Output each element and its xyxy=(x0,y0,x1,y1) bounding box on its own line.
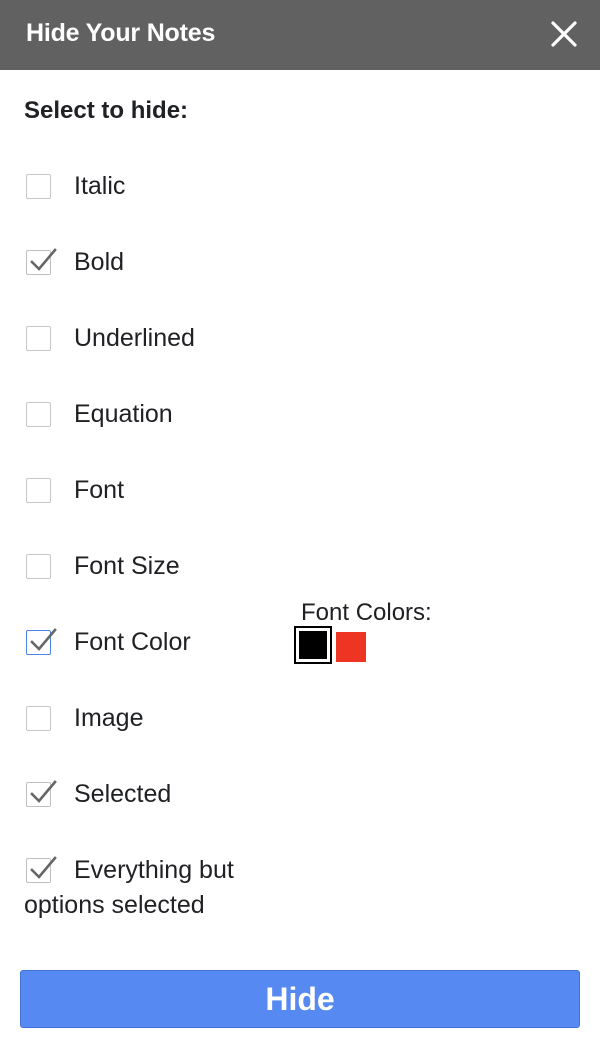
checkmark-icon xyxy=(30,780,57,803)
checkbox[interactable] xyxy=(26,554,51,579)
option-label: Equation xyxy=(74,400,173,428)
checkbox[interactable] xyxy=(26,780,57,807)
dialog-title: Hide Your Notes xyxy=(26,19,216,47)
option-label: Italic xyxy=(74,172,126,200)
checkbox[interactable] xyxy=(26,478,51,503)
checkbox[interactable] xyxy=(26,326,51,351)
hide-button[interactable]: Hide xyxy=(20,970,580,1028)
option-label: Font xyxy=(74,476,125,504)
option-everything-but[interactable]: Everything but xyxy=(24,850,284,890)
option-label-continued: options selected xyxy=(24,891,205,919)
option-label: Everything but xyxy=(74,856,234,884)
option-label: Selected xyxy=(74,780,172,808)
checkbox[interactable] xyxy=(26,628,57,655)
checkbox[interactable] xyxy=(26,706,51,731)
option-italic[interactable]: Italic xyxy=(24,166,284,206)
checkbox[interactable] xyxy=(26,248,57,275)
option-bold[interactable]: Bold xyxy=(24,242,284,282)
option-font-color[interactable]: Font Color xyxy=(24,622,284,662)
option-label: Font Size xyxy=(74,552,180,580)
checkmark-icon xyxy=(30,248,57,271)
color-swatch-red[interactable] xyxy=(336,632,366,662)
option-font-size[interactable]: Font Size xyxy=(24,546,284,586)
color-swatch-black[interactable] xyxy=(294,626,332,664)
checkmark-icon xyxy=(30,856,57,879)
option-font[interactable]: Font xyxy=(24,470,284,510)
option-selected[interactable]: Selected xyxy=(24,774,284,814)
option-equation[interactable]: Equation xyxy=(24,394,284,434)
checkbox[interactable] xyxy=(26,402,51,427)
checkbox[interactable] xyxy=(26,174,51,199)
dialog-titlebar: Hide Your Notes xyxy=(0,0,600,70)
font-colors-label: Font Colors: xyxy=(301,599,432,626)
close-icon[interactable] xyxy=(548,18,580,50)
checkbox[interactable] xyxy=(26,856,57,883)
option-label: Bold xyxy=(74,248,125,276)
option-label: Image xyxy=(74,704,144,732)
option-image[interactable]: Image xyxy=(24,698,284,738)
option-underlined[interactable]: Underlined xyxy=(24,318,284,358)
option-label: Underlined xyxy=(74,324,195,352)
checkmark-icon xyxy=(30,628,57,651)
option-label: Font Color xyxy=(74,628,191,656)
section-heading: Select to hide: xyxy=(24,97,189,124)
